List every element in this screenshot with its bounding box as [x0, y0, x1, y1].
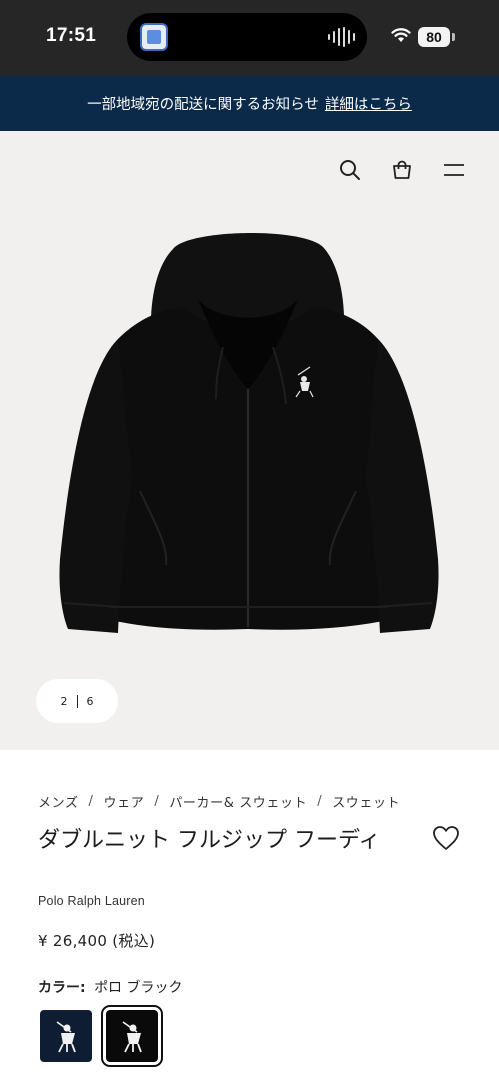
- color-label: カラー:: [38, 980, 86, 996]
- brand-name[interactable]: Polo Ralph Lauren: [38, 894, 145, 908]
- color-swatch-navy[interactable]: [38, 1008, 94, 1064]
- product-price: ¥ 26,400 (税込): [38, 932, 156, 950]
- menu-icon[interactable]: [439, 155, 469, 185]
- status-time: 17:51: [46, 25, 97, 46]
- breadcrumb-item[interactable]: スウェット: [332, 792, 400, 811]
- hoodie-product-image: [59, 232, 439, 633]
- breadcrumb: メンズ / ウェア / パーカー& スウェット / スウェット: [38, 792, 400, 811]
- status-bar: 17:51 80: [0, 0, 499, 76]
- pager-divider: [76, 694, 78, 708]
- product-title: ダブルニット フルジップ フーディ: [38, 828, 381, 853]
- notice-text: 一部地域宛の配送に関するお知らせ: [87, 97, 319, 113]
- color-swatches: [38, 1005, 163, 1067]
- dynamic-island[interactable]: [127, 13, 367, 61]
- notice-details-link[interactable]: 詳細はこちら: [325, 93, 412, 114]
- color-swatch-black[interactable]: [101, 1005, 163, 1067]
- audio-wave-icon: [328, 27, 355, 47]
- header-icons: [335, 155, 469, 185]
- search-icon[interactable]: [335, 155, 365, 185]
- color-value: ポロ ブラック: [94, 980, 183, 996]
- color-selection: カラー: ポロ ブラック: [38, 977, 183, 997]
- polo-pony-icon: [122, 1021, 142, 1053]
- pager-current: 2: [60, 694, 68, 708]
- notice-bar: 一部地域宛の配送に関するお知らせ 詳細はこちら: [0, 76, 499, 131]
- breadcrumb-item[interactable]: ウェア: [104, 792, 145, 811]
- breadcrumb-item[interactable]: メンズ: [38, 792, 79, 811]
- product-gallery[interactable]: 2 6: [0, 131, 499, 750]
- wifi-icon: [391, 28, 411, 42]
- battery-tip: [452, 33, 455, 41]
- breadcrumb-separator: /: [317, 794, 323, 809]
- breadcrumb-item[interactable]: パーカー& スウェット: [169, 792, 307, 811]
- app-icon: [140, 23, 168, 51]
- heart-icon[interactable]: [431, 824, 461, 852]
- breadcrumb-separator: /: [154, 794, 160, 809]
- battery-indicator: 80: [418, 27, 450, 47]
- polo-pony-icon: [56, 1021, 76, 1053]
- image-pager[interactable]: 2 6: [36, 679, 118, 723]
- shopping-bag-icon[interactable]: [387, 155, 417, 185]
- breadcrumb-separator: /: [88, 794, 94, 809]
- pager-total: 6: [86, 694, 94, 708]
